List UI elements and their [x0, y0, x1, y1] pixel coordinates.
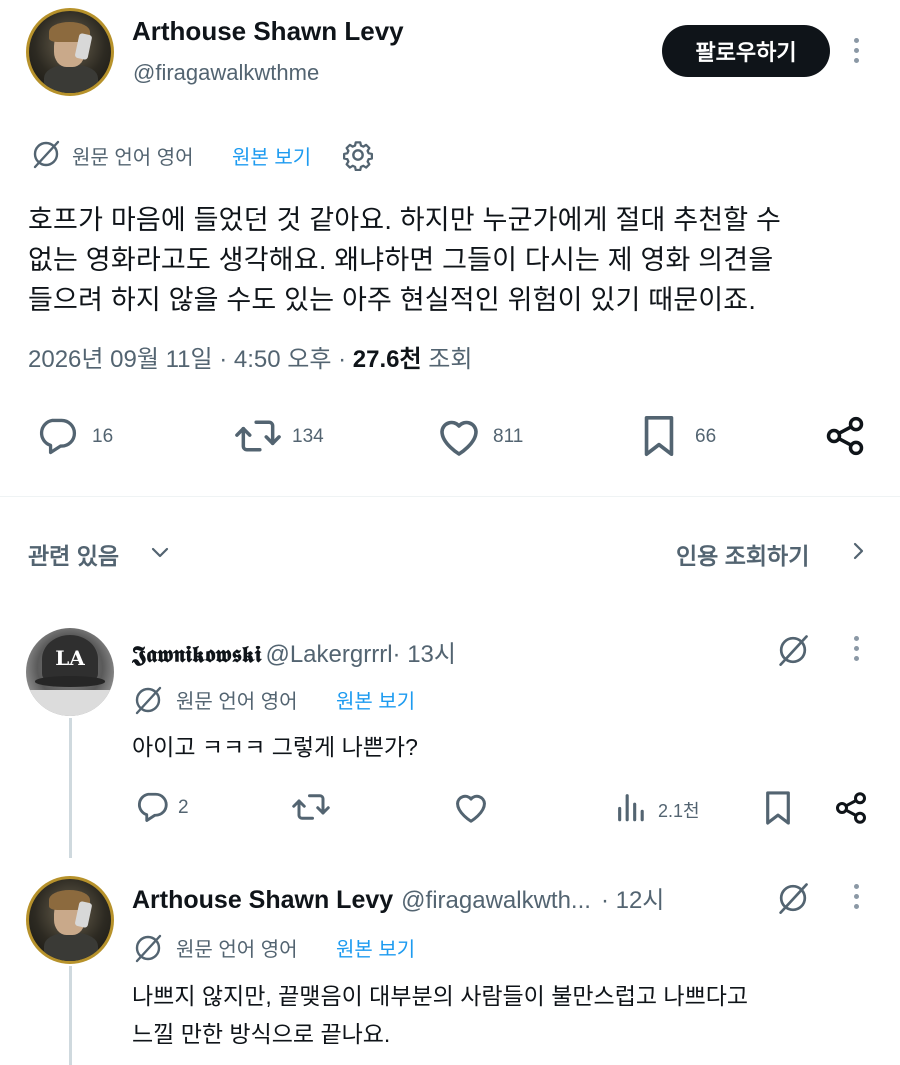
- translate-icon: [132, 684, 164, 716]
- related-label[interactable]: 관련 있음: [28, 537, 119, 571]
- share-icon[interactable]: [822, 414, 868, 458]
- settings-gear-icon[interactable]: [342, 139, 374, 171]
- avatar-logo-text: LA: [55, 645, 85, 670]
- post-text-line: 호프가 마음에 들었던 것 같아요. 하지만 누군가에게 절대 추천할 수: [28, 205, 782, 235]
- translation-label: 원문 언어 영어: [72, 147, 194, 169]
- like-icon[interactable]: [434, 414, 484, 458]
- divider: [0, 496, 900, 497]
- repost-icon[interactable]: [231, 414, 285, 458]
- bookmark-icon[interactable]: [638, 413, 680, 459]
- reply-text-line: 느낄 만한 방식으로 끝나요.: [132, 1021, 391, 1047]
- reply-icon[interactable]: [134, 789, 170, 825]
- post-text: 호프가 마음에 들었던 것 같아요. 하지만 누군가에게 절대 추천할 수 없는…: [28, 200, 878, 320]
- translate-icon: [30, 138, 62, 170]
- reply-author-name[interactable]: Arthouse Shawn Levy: [132, 886, 393, 915]
- reply-avatar[interactable]: LA: [26, 628, 114, 716]
- reply-time[interactable]: · 13시: [393, 634, 456, 669]
- repost-icon[interactable]: [290, 789, 332, 825]
- author-handle[interactable]: @firagawalkwthme: [133, 60, 319, 86]
- reply-count: 16: [92, 426, 114, 447]
- chevron-right-icon[interactable]: [846, 538, 870, 564]
- more-icon[interactable]: [853, 884, 859, 909]
- thread-line: [69, 718, 72, 858]
- reply-avatar[interactable]: [26, 876, 114, 964]
- repost-count: 134: [292, 426, 324, 447]
- follow-button[interactable]: 팔로우하기: [662, 25, 830, 77]
- reply-text: 나쁘지 않지만, 끝맺음이 대부분의 사람들이 불만스럽고 나쁘다고 느낄 만한…: [132, 977, 872, 1053]
- more-icon[interactable]: [853, 636, 859, 661]
- reply-header: Arthouse Shawn Levy @firagawalkwth... · …: [132, 880, 664, 915]
- reply-count: 2: [178, 797, 189, 818]
- thread-line: [69, 966, 72, 1065]
- reply-icon[interactable]: [34, 414, 80, 458]
- post-text-line: 없는 영화라고도 생각해요. 왜냐하면 그들이 다시는 제 영화 의견을: [28, 245, 774, 275]
- views-label: 조회: [421, 346, 473, 373]
- bookmark-count: 66: [695, 426, 717, 447]
- post-meta: 2026년 09월 11일 · 4:50 오후 · 27.6천 조회: [28, 339, 472, 374]
- reply-header: 𝕵𝖆𝖜𝖓𝖎𝖐𝖔𝖜𝖘𝖐𝖎 @Lakergrrrl · 13시: [132, 634, 456, 669]
- post-text-line: 들으려 하지 않을 수도 있는 아주 현실적인 위험이 있기 때문이죠.: [28, 285, 757, 315]
- view-original-link[interactable]: 원본 보기: [336, 685, 415, 714]
- share-icon[interactable]: [833, 790, 869, 826]
- view-quotes-link[interactable]: 인용 조회하기: [676, 537, 809, 571]
- author-avatar[interactable]: [26, 8, 114, 96]
- like-icon[interactable]: [452, 789, 490, 825]
- more-icon[interactable]: [853, 38, 859, 63]
- like-count: 811: [493, 426, 524, 447]
- grok-icon[interactable]: [775, 880, 811, 916]
- post-timestamp[interactable]: 2026년 09월 11일 · 4:50 오후 ·: [28, 346, 353, 373]
- translate-icon: [132, 932, 164, 964]
- reply-time[interactable]: · 12시: [601, 880, 664, 915]
- translation-label: 원문 언어 영어: [176, 939, 298, 961]
- reply-text-line: 나쁘지 않지만, 끝맺음이 대부분의 사람들이 불만스럽고 나쁘다고: [132, 983, 749, 1009]
- view-original-link[interactable]: 원본 보기: [232, 141, 311, 170]
- views-count: 2.1천: [658, 801, 700, 821]
- translation-label: 원문 언어 영어: [176, 691, 298, 713]
- reply-author-handle[interactable]: @firagawalkwth...: [401, 887, 591, 915]
- bookmark-icon[interactable]: [762, 789, 794, 827]
- view-original-link[interactable]: 원본 보기: [336, 933, 415, 962]
- reply-text: 아이고 ㅋㅋㅋ 그렇게 나쁜가?: [132, 734, 418, 760]
- views-icon[interactable]: [614, 790, 648, 824]
- chevron-down-icon[interactable]: [148, 540, 172, 564]
- grok-icon[interactable]: [775, 632, 811, 668]
- reply-author-name[interactable]: 𝕵𝖆𝖜𝖓𝖎𝖐𝖔𝖜𝖘𝖐𝖎: [132, 641, 261, 668]
- views-count: 27.6천: [352, 346, 422, 373]
- author-name[interactable]: Arthouse Shawn Levy: [132, 16, 404, 47]
- reply-author-handle[interactable]: @Lakergrrrl: [265, 641, 392, 669]
